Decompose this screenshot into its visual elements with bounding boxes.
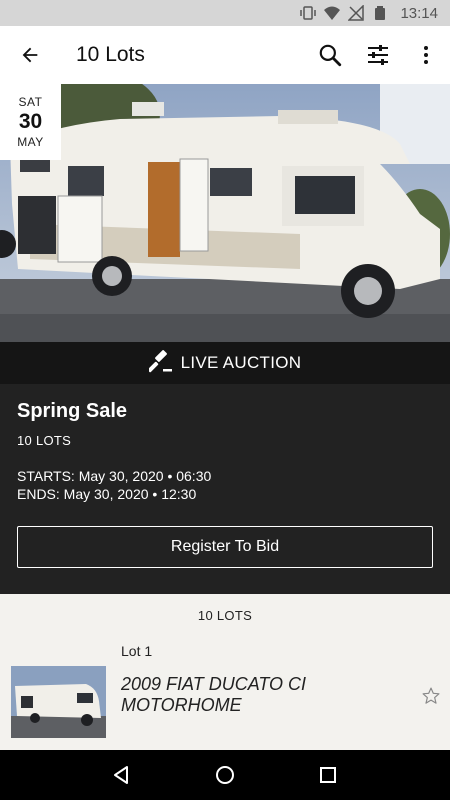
star-outline-icon[interactable] [419,684,443,708]
recents-square-icon[interactable] [308,755,348,795]
lot-hero-image[interactable] [0,84,450,342]
battery-icon [372,5,388,21]
lot-thumbnail[interactable] [11,666,106,738]
filter-sliders-icon[interactable] [354,26,402,84]
back-arrow-icon[interactable] [0,26,60,84]
page-title: 10 Lots [76,43,145,66]
gavel-icon [147,349,173,378]
register-to-bid-button[interactable]: Register To Bid [17,526,433,568]
wifi-icon [324,5,341,21]
lot-number: Lot 1 [121,643,153,659]
no-signal-icon [348,5,365,21]
more-vert-icon[interactable] [402,26,450,84]
app-bar: 10 Lots [0,26,450,84]
status-bar: 13:14 [0,0,450,26]
sale-name: Spring Sale [17,400,128,422]
home-circle-icon[interactable] [205,755,245,795]
back-triangle-icon[interactable] [102,755,142,795]
lots-section-header: 10 LOTS [0,594,450,636]
clock: 13:14 [400,4,438,22]
date-month: MAY [17,135,44,149]
sale-start-time: STARTS: May 30, 2020 • 06:30 [17,468,212,484]
date-day: 30 [18,110,43,133]
date-day-of-week: SAT [18,95,43,109]
lot-title[interactable]: 2009 FIAT DUCATO CI MOTORHOME [121,674,381,716]
lot-card[interactable]: Lot 1 2009 FIAT DUCATO CI MOTORHOME [0,636,450,750]
date-badge: SAT 30 MAY [0,84,61,160]
system-nav-bar [0,750,450,800]
sale-end-time: ENDS: May 30, 2020 • 12:30 [17,486,197,502]
sale-lot-count: 10 LOTS [17,433,72,448]
vibrate-icon [300,5,317,21]
live-auction-label: LIVE AUCTION [180,353,302,372]
live-auction-banner: LIVE AUCTION [0,342,450,384]
sale-details-panel: Spring Sale 10 LOTS STARTS: May 30, 2020… [0,384,450,594]
search-icon[interactable] [306,26,354,84]
